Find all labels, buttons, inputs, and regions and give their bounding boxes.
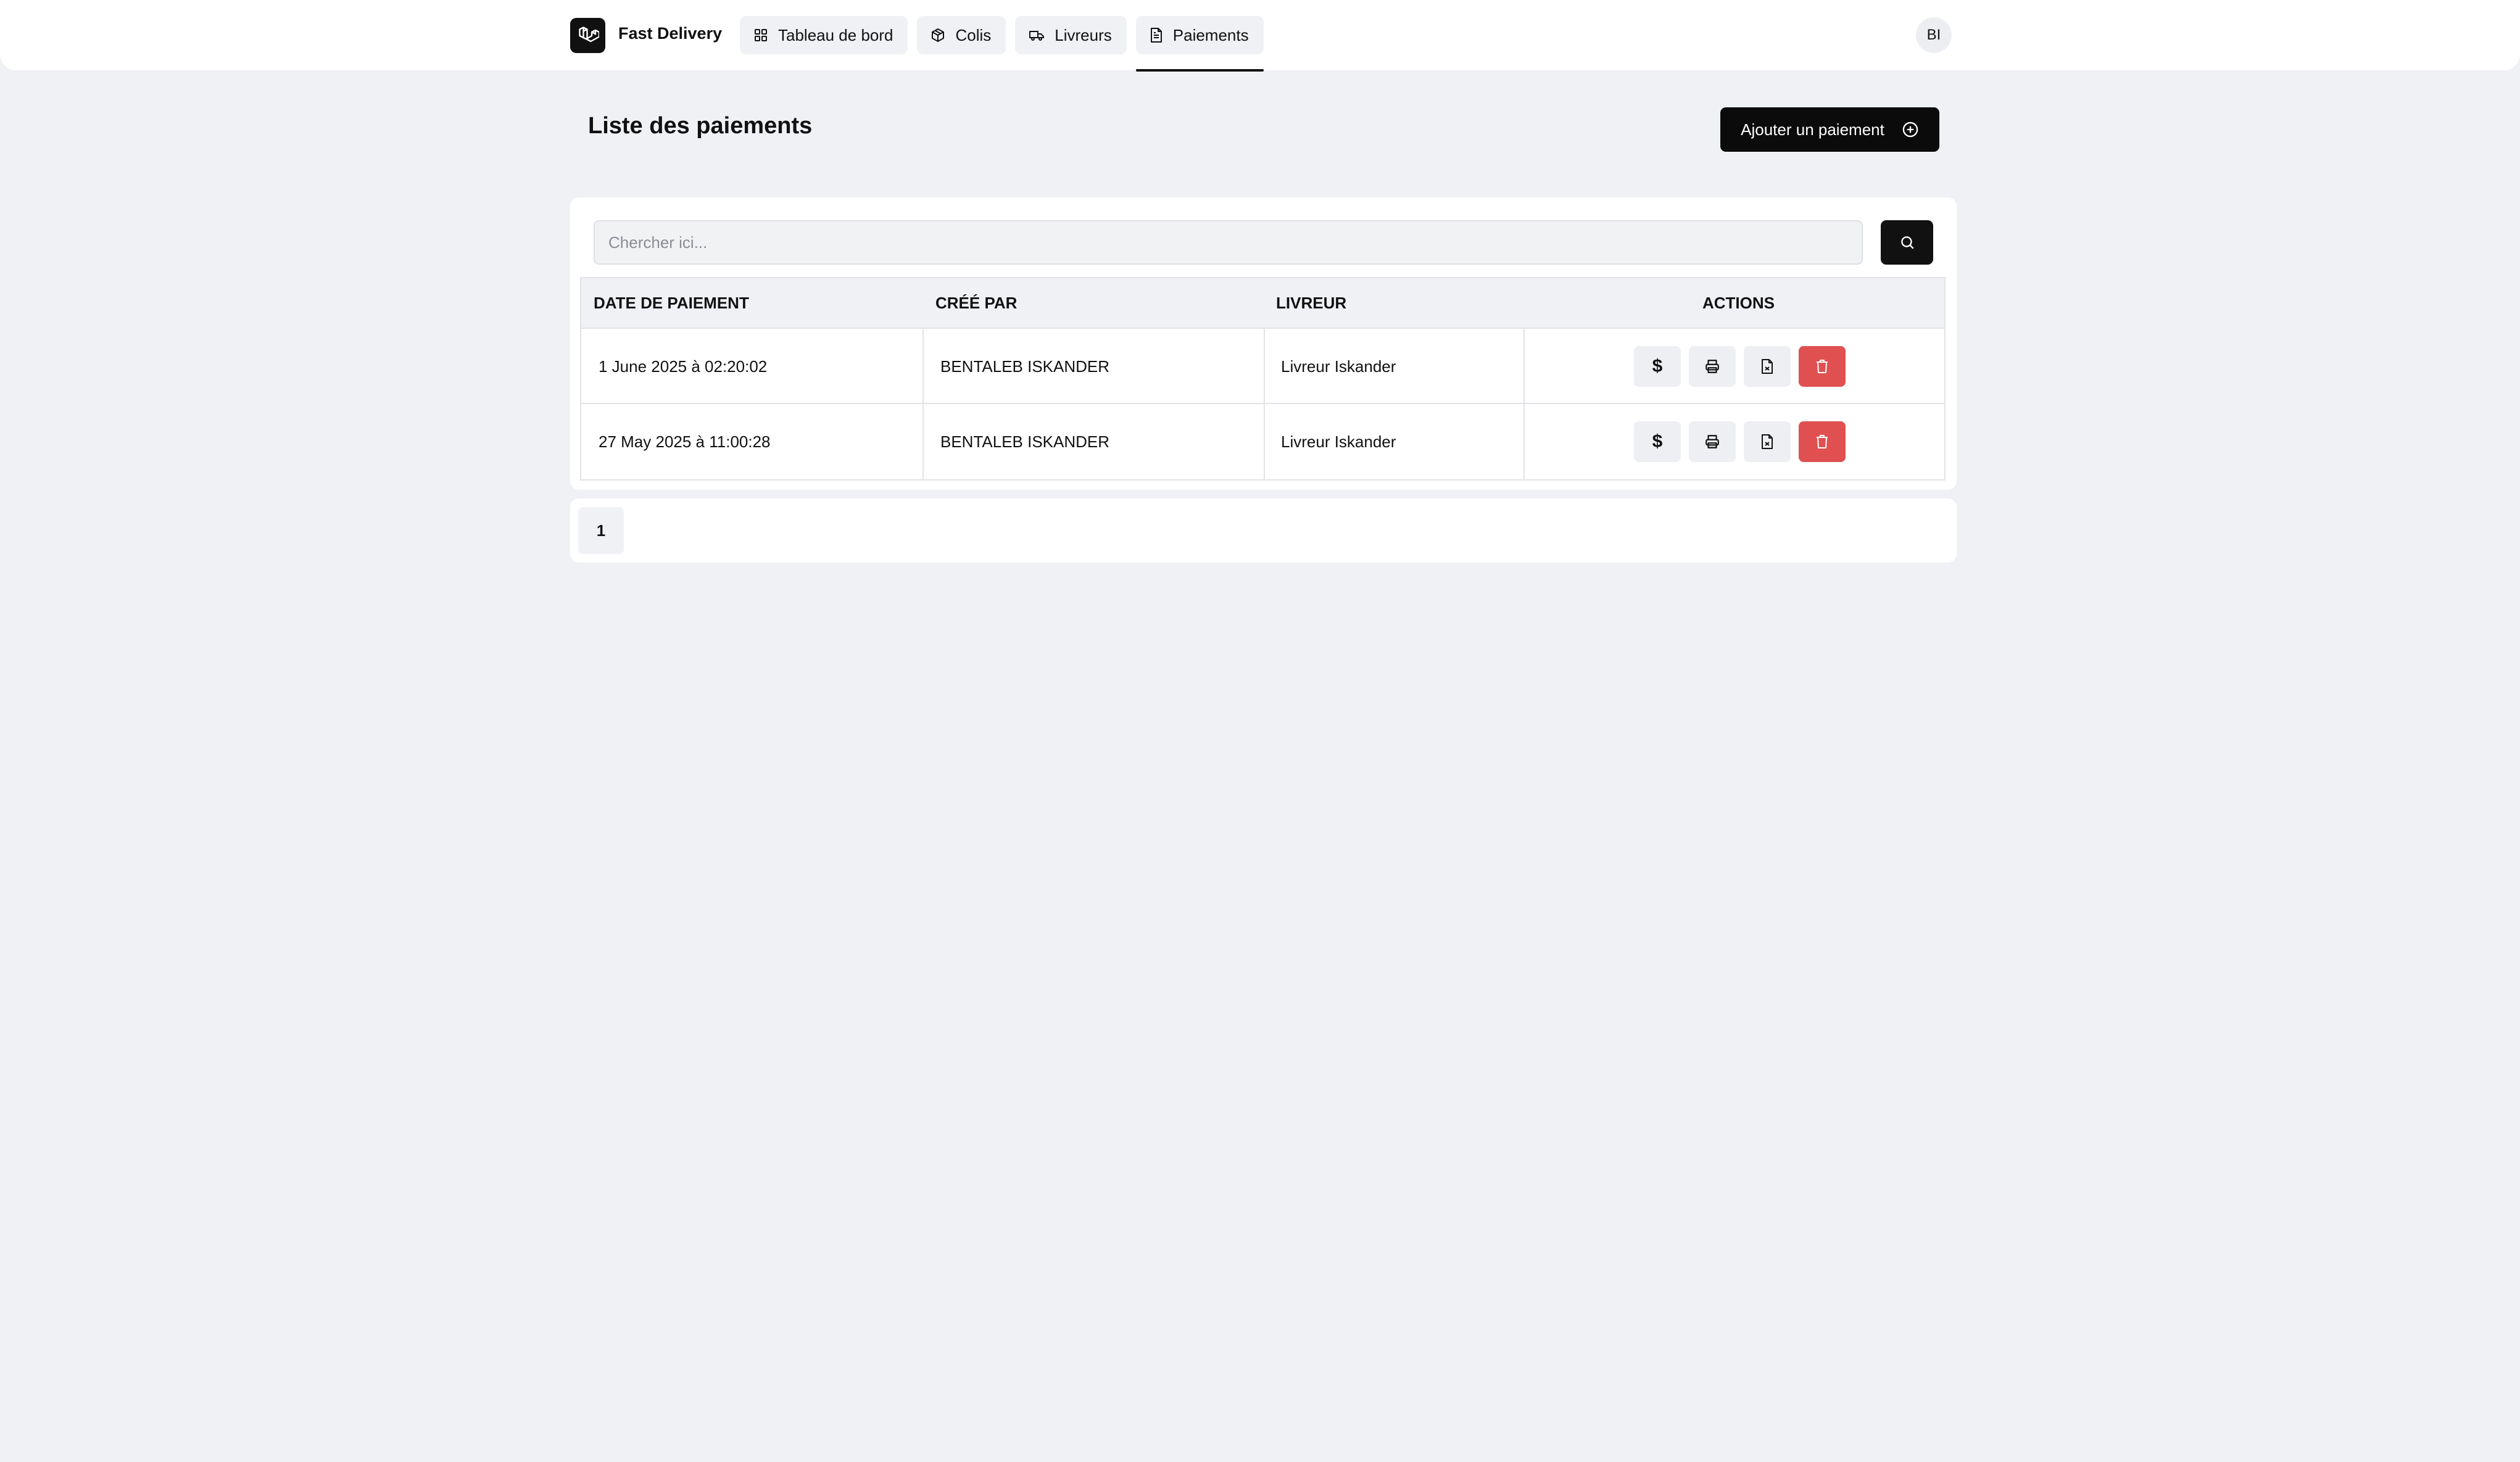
pay-button[interactable]: $ (1634, 346, 1681, 387)
user-avatar[interactable]: BI (1916, 17, 1952, 53)
payments-card: DATE DE PAIEMENT CRÉÉ PAR LIVREUR ACTION… (570, 197, 1957, 490)
page-button-1[interactable]: 1 (578, 507, 624, 554)
nav-tab-colis[interactable]: Colis (917, 16, 1006, 54)
pay-button[interactable]: $ (1634, 421, 1681, 462)
brand[interactable]: Fast Delivery (570, 18, 722, 53)
app-name: Fast Delivery (618, 24, 723, 43)
search-button[interactable] (1881, 220, 1933, 265)
printer-icon (1706, 435, 1719, 448)
row-actions: $ (1634, 346, 1846, 387)
nav-tab-tableau-de-bord[interactable]: Tableau de bord (740, 16, 908, 54)
trash-icon (1817, 435, 1828, 448)
delete-button[interactable] (1799, 421, 1846, 462)
nav-tab-livreurs[interactable]: Livreurs (1015, 16, 1127, 54)
created-by: BENTALEB ISKANDER (940, 357, 1110, 376)
trash-icon (1817, 360, 1828, 373)
column-header-livreur: LIVREUR (1276, 293, 1347, 312)
print-button[interactable] (1689, 421, 1736, 462)
plus-circle-icon (1902, 122, 1918, 138)
column-header-actions: ACTIONS (1702, 293, 1775, 312)
document-icon (1150, 28, 1162, 43)
search-input[interactable] (594, 220, 1863, 265)
livreur-name: Livreur Iskander (1281, 357, 1396, 376)
print-button[interactable] (1689, 346, 1736, 387)
add-payment-button[interactable]: Ajouter un paiement (1720, 107, 1939, 152)
add-payment-label: Ajouter un paiement (1741, 120, 1884, 139)
payments-table: DATE DE PAIEMENT CRÉÉ PAR LIVREUR ACTION… (580, 277, 1946, 481)
nav-tab-label: Colis (955, 25, 992, 44)
file-pdf-icon (1762, 359, 1773, 374)
export-pdf-button[interactable] (1744, 346, 1791, 387)
avatar-initials: BI (1926, 27, 1941, 43)
dashboard-grid-icon (755, 29, 767, 41)
table-header: DATE DE PAIEMENT CRÉÉ PAR LIVREUR ACTION… (581, 278, 1944, 329)
table-row: 1 June 2025 à 02:20:02 BENTALEB ISKANDER… (581, 329, 1944, 404)
column-header-created-by: CRÉÉ PAR (935, 293, 1018, 312)
export-pdf-button[interactable] (1744, 421, 1791, 462)
file-pdf-icon (1762, 434, 1773, 449)
top-navbar: Fast Delivery Tableau de bord Colis Livr… (0, 0, 2520, 72)
livreur-name: Livreur Iskander (1281, 432, 1396, 451)
dollar-icon: $ (1652, 356, 1663, 376)
delete-button[interactable] (1799, 346, 1846, 387)
created-by: BENTALEB ISKANDER (940, 432, 1110, 451)
dollar-icon: $ (1652, 431, 1663, 452)
nav-tab-label: Tableau de bord (778, 25, 893, 44)
truck-icon (1029, 31, 1045, 41)
search-icon (1900, 236, 1914, 249)
pagination: 1 (570, 498, 1957, 563)
table-row: 27 May 2025 à 11:00:28 BENTALEB ISKANDER… (581, 404, 1944, 479)
laravel-icon (570, 18, 605, 53)
page-title: Liste des paiements (588, 113, 813, 139)
nav-tab-label: Livreurs (1055, 25, 1112, 44)
payment-date: 1 June 2025 à 02:20:02 (599, 357, 768, 376)
column-header-date: DATE DE PAIEMENT (594, 293, 749, 312)
nav-tab-label: Paiements (1172, 25, 1249, 44)
package-icon (932, 28, 945, 42)
main-nav: Tableau de bord Colis Livreurs Paiements (740, 16, 1273, 72)
printer-icon (1706, 360, 1719, 373)
nav-tab-paiements[interactable]: Paiements (1135, 16, 1264, 72)
payment-date: 27 May 2025 à 11:00:28 (599, 432, 771, 451)
row-actions: $ (1634, 421, 1846, 462)
